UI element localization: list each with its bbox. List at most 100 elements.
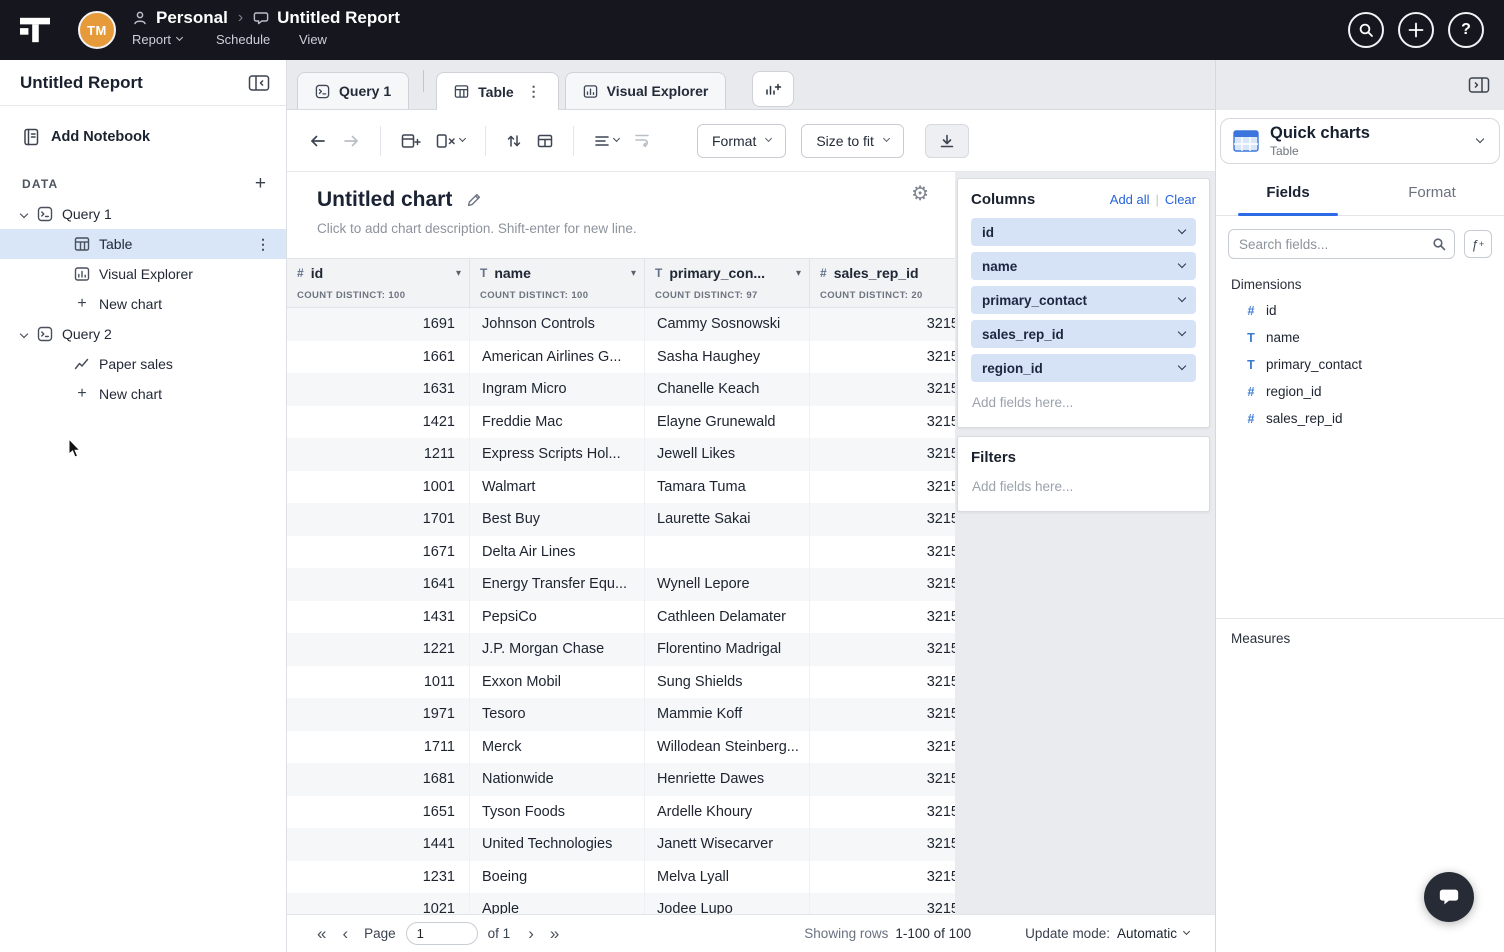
table-row[interactable]: 1001 Walmart Tamara Tuma 3215 [287, 471, 955, 504]
chart-title[interactable]: Untitled chart [317, 188, 452, 212]
cell-id[interactable]: 1671 [287, 536, 470, 569]
format-button[interactable]: Format [697, 124, 786, 158]
add-notebook-button[interactable]: Add Notebook [0, 128, 286, 146]
cell-sales-rep-id[interactable]: 3215 [810, 568, 955, 601]
chart-description-placeholder[interactable]: Click to add chart description. Shift-en… [317, 221, 955, 236]
sort-chevron-icon[interactable]: ▾ [631, 268, 636, 279]
table-row[interactable]: 1431 PepsiCo Cathleen Delamater 3215 [287, 601, 955, 634]
app-logo[interactable] [18, 15, 52, 45]
sidebar-item-query2[interactable]: Query 2 [0, 319, 286, 349]
align-button[interactable] [594, 133, 619, 149]
cell-id[interactable]: 1441 [287, 828, 470, 861]
table-row[interactable]: 1021 Apple Jodee Lupo 3215 [287, 893, 955, 914]
edit-pencil-icon[interactable] [466, 192, 482, 208]
table-row[interactable]: 1661 American Airlines G... Sasha Haughe… [287, 341, 955, 374]
column-header[interactable]: T name ▾ COUNT DISTINCT: 100 [470, 259, 645, 307]
column-header[interactable]: # sales_rep_id COUNT DISTINCT: 20 [810, 259, 955, 307]
cell-id[interactable]: 1011 [287, 666, 470, 699]
redo-button[interactable] [342, 133, 360, 149]
chevron-down-icon[interactable] [1178, 362, 1186, 370]
cell-primary-contact[interactable]: Chanelle Keach [645, 373, 810, 406]
cell-primary-contact[interactable]: Willodean Steinberg... [645, 731, 810, 764]
sidebar-item-paper-sales[interactable]: Paper sales [0, 349, 286, 379]
cell-name[interactable]: Walmart [470, 471, 645, 504]
table-row[interactable]: 1971 Tesoro Mammie Koff 3215 [287, 698, 955, 731]
column-header[interactable]: T primary_con... ▾ COUNT DISTINCT: 97 [645, 259, 810, 307]
cell-primary-contact[interactable]: Sasha Haughey [645, 341, 810, 374]
cell-name[interactable]: Exxon Mobil [470, 666, 645, 699]
add-button[interactable] [1398, 12, 1434, 48]
sidebar-item-table[interactable]: Table ⋮ [0, 229, 286, 259]
cell-id[interactable]: 1711 [287, 731, 470, 764]
dimension-item[interactable]: T primary_contact [1216, 351, 1504, 378]
cell-name[interactable]: Delta Air Lines [470, 536, 645, 569]
undo-button[interactable] [309, 133, 327, 149]
insert-column-button[interactable] [401, 133, 421, 149]
cell-name[interactable]: J.P. Morgan Chase [470, 633, 645, 666]
cell-sales-rep-id[interactable]: 3215 [810, 731, 955, 764]
last-page-icon[interactable]: » [550, 925, 559, 942]
add-fields-dropzone[interactable]: Add fields here... [971, 388, 1196, 415]
chevron-down-icon[interactable] [1178, 328, 1186, 336]
dimension-item[interactable]: # region_id [1216, 378, 1504, 405]
cell-name[interactable]: Apple [470, 893, 645, 914]
cell-name[interactable]: Freddie Mac [470, 406, 645, 439]
table-row[interactable]: 1641 Energy Transfer Equ... Wynell Lepor… [287, 568, 955, 601]
cell-sales-rep-id[interactable]: 3215 [810, 536, 955, 569]
table-row[interactable]: 1441 United Technologies Janett Wisecarv… [287, 828, 955, 861]
cell-name[interactable]: United Technologies [470, 828, 645, 861]
page-input[interactable] [406, 922, 478, 945]
add-data-icon[interactable]: + [255, 174, 266, 193]
sort-chevron-icon[interactable]: ▾ [456, 268, 461, 279]
cell-sales-rep-id[interactable]: 3215 [810, 341, 955, 374]
schedule-menu[interactable]: Schedule [216, 32, 270, 47]
dimension-item[interactable]: # sales_rep_id [1216, 405, 1504, 432]
cell-name[interactable]: Johnson Controls [470, 308, 645, 341]
cell-id[interactable]: 1431 [287, 601, 470, 634]
column-field-pill[interactable]: id [971, 218, 1196, 246]
collapse-sidebar-icon[interactable] [248, 74, 270, 92]
sidebar-item-new-chart-1[interactable]: + New chart [0, 289, 286, 319]
table-row[interactable]: 1701 Best Buy Laurette Sakai 3215 [287, 503, 955, 536]
cell-primary-contact[interactable]: Wynell Lepore [645, 568, 810, 601]
column-header[interactable]: # id ▾ COUNT DISTINCT: 100 [287, 259, 470, 307]
cell-primary-contact[interactable]: Tamara Tuma [645, 471, 810, 504]
table-row[interactable]: 1211 Express Scripts Hol... Jewell Likes… [287, 438, 955, 471]
cell-primary-contact[interactable]: Sung Shields [645, 666, 810, 699]
remove-column-button[interactable] [436, 133, 465, 149]
sidebar-item-new-chart-2[interactable]: + New chart [0, 379, 286, 409]
table-row[interactable]: 1691 Johnson Controls Cammy Sosnowski 32… [287, 308, 955, 341]
column-field-pill[interactable]: name [971, 252, 1196, 280]
cell-sales-rep-id[interactable]: 3215 [810, 763, 955, 796]
table-options-button[interactable] [537, 133, 553, 149]
cell-sales-rep-id[interactable]: 3215 [810, 861, 955, 894]
next-page-icon[interactable]: › [528, 925, 534, 942]
column-field-pill[interactable]: primary_contact [971, 286, 1196, 314]
cell-sales-rep-id[interactable]: 3215 [810, 666, 955, 699]
cell-sales-rep-id[interactable]: 3215 [810, 893, 955, 914]
cell-id[interactable]: 1691 [287, 308, 470, 341]
cell-primary-contact[interactable] [645, 536, 810, 569]
cell-id[interactable]: 1211 [287, 438, 470, 471]
cell-id[interactable]: 1631 [287, 373, 470, 406]
dimension-item[interactable]: T name [1216, 324, 1504, 351]
new-chart-tab-button[interactable] [752, 71, 794, 107]
cell-primary-contact[interactable]: Melva Lyall [645, 861, 810, 894]
add-all-link[interactable]: Add all [1110, 192, 1150, 207]
cell-id[interactable]: 1651 [287, 796, 470, 829]
cell-id[interactable]: 1681 [287, 763, 470, 796]
sort-button[interactable] [506, 133, 522, 149]
help-button[interactable]: ? [1448, 12, 1484, 48]
first-page-icon[interactable]: « [317, 925, 326, 942]
search-fields-input[interactable] [1228, 229, 1455, 259]
chevron-down-icon[interactable] [1178, 226, 1186, 234]
chevron-down-icon[interactable] [1178, 294, 1186, 302]
table-row[interactable]: 1631 Ingram Micro Chanelle Keach 3215 [287, 373, 955, 406]
cell-sales-rep-id[interactable]: 3215 [810, 796, 955, 829]
sidebar-item-query1[interactable]: Query 1 [0, 199, 286, 229]
cell-id[interactable]: 1971 [287, 698, 470, 731]
cell-sales-rep-id[interactable]: 3215 [810, 698, 955, 731]
cell-sales-rep-id[interactable]: 3215 [810, 503, 955, 536]
table-row[interactable]: 1681 Nationwide Henriette Dawes 3215 [287, 763, 955, 796]
cell-primary-contact[interactable]: Mammie Koff [645, 698, 810, 731]
